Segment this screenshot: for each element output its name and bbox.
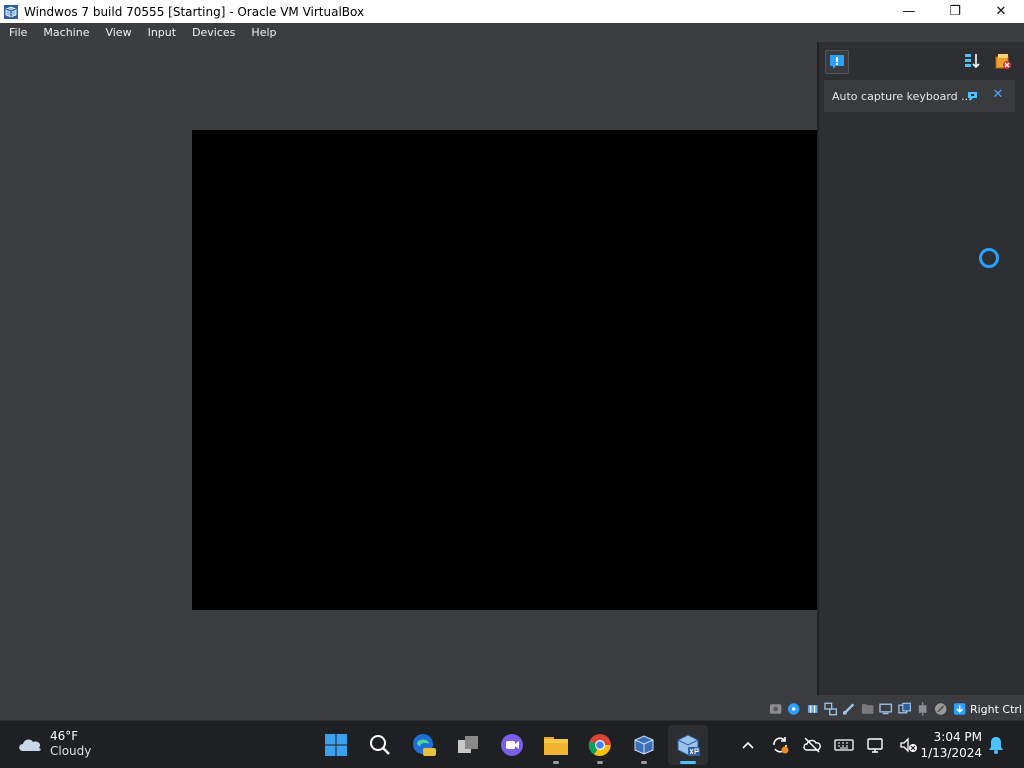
- notification-card[interactable]: Auto capture keyboard ... ✕: [824, 80, 1015, 112]
- mouse-integration-icon[interactable]: [934, 702, 947, 716]
- notification-bell-icon[interactable]: [986, 735, 1006, 755]
- running-indicator-active: [680, 761, 696, 764]
- taskbar-vm-window[interactable]: [668, 725, 708, 765]
- shared-folder-icon[interactable]: [861, 702, 874, 716]
- taskbar-chrome[interactable]: [580, 725, 620, 765]
- chrome-icon: [588, 734, 611, 756]
- vm-viewport: Auto capture keyboard ... ✕ Right Ctrl: [0, 42, 1024, 720]
- taskbar-virtualbox[interactable]: [624, 725, 664, 765]
- cloud-off-icon: [803, 737, 821, 753]
- help-icon[interactable]: [967, 90, 979, 102]
- menu-view[interactable]: View: [97, 26, 139, 39]
- host-key-label: Right Ctrl: [969, 702, 1022, 716]
- screen: Windwos 7 build 70555 [Starting] - Oracl…: [0, 0, 1024, 768]
- task-view-button[interactable]: [448, 725, 488, 765]
- task-view-icon: [458, 736, 478, 753]
- menu-machine[interactable]: Machine: [35, 26, 97, 39]
- ethernet-icon: [867, 738, 883, 753]
- maximize-button[interactable]: ❐: [932, 0, 978, 23]
- start-button[interactable]: [316, 725, 356, 765]
- show-hidden-icons-button[interactable]: [736, 733, 760, 757]
- menu-help[interactable]: Help: [243, 26, 284, 39]
- clear-all-icon[interactable]: [994, 52, 1012, 70]
- taskbar-clock[interactable]: 3:04 PM 1/13/2024: [920, 729, 982, 761]
- weather-widget[interactable]: 46°F Cloudy: [16, 729, 91, 759]
- edge-browser-icon: [413, 734, 436, 756]
- host-key-icon[interactable]: [953, 702, 966, 716]
- optical-drive-icon[interactable]: [787, 702, 800, 716]
- clock-time: 3:04 PM: [933, 730, 982, 744]
- cpu-icon[interactable]: [916, 702, 929, 716]
- volume-tray-button[interactable]: [896, 733, 920, 757]
- taskbar-clipchamp[interactable]: [492, 725, 532, 765]
- clock-date: 1/13/2024: [920, 746, 982, 760]
- info-bubble-icon: [830, 55, 844, 69]
- sync-tray-button[interactable]: [768, 733, 792, 757]
- recording-icon[interactable]: [897, 702, 911, 716]
- keyboard-tray-button[interactable]: [832, 733, 856, 757]
- vm-display[interactable]: [192, 130, 817, 610]
- taskbar: 46°F Cloudy 3:04 PM 1/13/2024: [0, 720, 1024, 768]
- sort-icon[interactable]: [963, 52, 981, 70]
- keyboard-icon: [834, 739, 854, 751]
- running-indicator: [641, 761, 647, 764]
- hard-disk-icon[interactable]: [769, 702, 782, 716]
- window-title: Windwos 7 build 70555 [Starting] - Oracl…: [24, 4, 365, 19]
- network-icon[interactable]: [824, 702, 838, 716]
- usb-icon[interactable]: [842, 702, 855, 716]
- notification-close-icon[interactable]: ✕: [991, 87, 1005, 103]
- virtualbox-icon: [4, 4, 18, 19]
- close-button[interactable]: ✕: [978, 0, 1024, 23]
- audio-icon[interactable]: [806, 702, 819, 716]
- menu-bar: File Machine View Input Devices Help: [0, 23, 1024, 42]
- status-bar: Right Ctrl: [764, 698, 1024, 720]
- sync-icon: [773, 737, 789, 754]
- running-indicator: [597, 761, 603, 764]
- weather-temperature: 46°F: [50, 729, 79, 743]
- window-controls: — ❐ ✕: [886, 0, 1024, 23]
- folder-icon: [544, 737, 568, 755]
- windows-logo-icon: [325, 734, 347, 756]
- notification-text: Auto capture keyboard ...: [832, 89, 972, 103]
- menu-input[interactable]: Input: [140, 26, 184, 39]
- search-button[interactable]: [360, 725, 400, 765]
- taskbar-file-explorer[interactable]: [536, 725, 576, 765]
- weather-condition: Cloudy: [50, 744, 92, 758]
- loading-spinner: [979, 248, 999, 268]
- network-tray-button[interactable]: [864, 733, 888, 757]
- notification-center: Auto capture keyboard ... ✕: [817, 42, 1024, 695]
- title-bar: Windwos 7 build 70555 [Starting] - Oracl…: [0, 0, 1024, 23]
- search-icon: [370, 735, 390, 755]
- taskbar-edge-dev[interactable]: [404, 725, 444, 765]
- virtualbox-vm-icon: [677, 734, 700, 756]
- taskbar-apps: [316, 725, 712, 765]
- system-tray: [736, 731, 928, 759]
- menu-file[interactable]: File: [0, 26, 35, 39]
- minimize-button[interactable]: —: [886, 0, 932, 23]
- display-icon[interactable]: [879, 702, 893, 716]
- menu-devices[interactable]: Devices: [184, 26, 243, 39]
- chevron-up-icon: [742, 741, 754, 749]
- video-app-icon: [501, 734, 523, 756]
- running-indicator: [553, 761, 559, 764]
- notification-center-toggle[interactable]: [825, 50, 849, 74]
- virtualbox-icon: [634, 735, 654, 755]
- cloud-icon: [19, 739, 41, 751]
- speaker-muted-icon: [900, 737, 917, 753]
- cloud-sync-tray-button[interactable]: [800, 733, 824, 757]
